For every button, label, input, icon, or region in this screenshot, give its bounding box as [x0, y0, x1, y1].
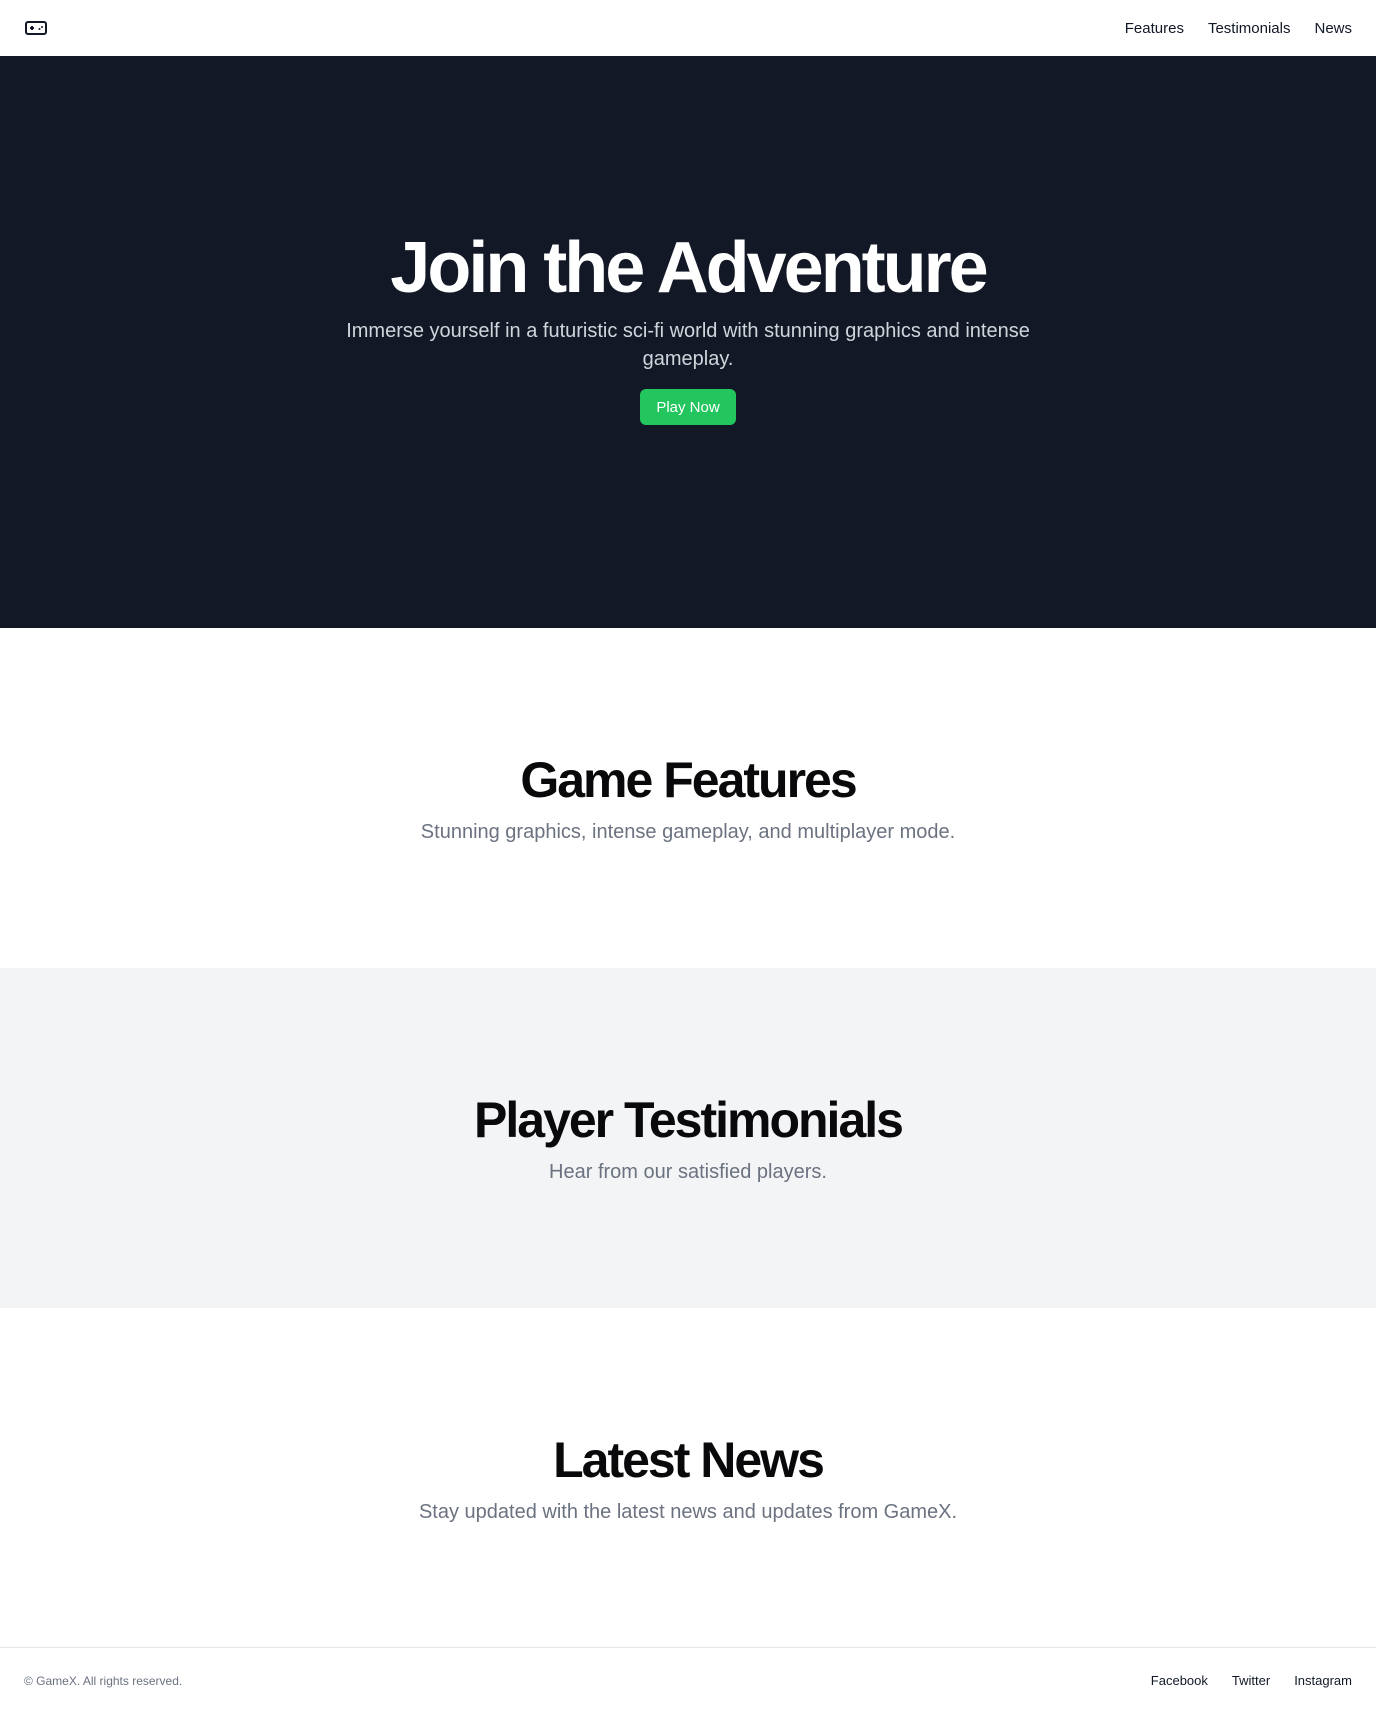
hero-subtitle: Immerse yourself in a futuristic sci-fi … [346, 320, 1030, 370]
news-title: Latest News [553, 1432, 825, 1488]
twitter-link[interactable]: Twitter [1232, 1673, 1270, 1688]
instagram-link[interactable]: Instagram [1294, 1673, 1352, 1688]
testimonials-subtitle: Hear from our satisfied players. [549, 1161, 827, 1183]
social-links: Facebook Twitter Instagram [1151, 1673, 1352, 1688]
nav-link-testimonials[interactable]: Testimonials [1208, 20, 1291, 37]
play-now-button[interactable]: Play Now [640, 389, 736, 425]
copyright-text: © GameX. All rights reserved. [24, 1673, 183, 1688]
nav-link-features[interactable]: Features [1125, 20, 1184, 37]
features-subtitle: Stunning graphics, intense gameplay, and… [420, 821, 956, 843]
testimonials-title: Player Testimonials [474, 1092, 904, 1148]
testimonials-section: Player Testimonials Hear from our satisf… [0, 968, 1376, 1308]
features-section: Game Features Stunning graphics, intense… [0, 628, 1376, 968]
footer: © GameX. All rights reserved. Facebook T… [0, 1647, 1376, 1713]
gamepad-icon [25, 21, 47, 35]
hero-section: Join the Adventure Immerse yourself in a… [0, 56, 1376, 628]
top-navbar: Features Testimonials News [0, 0, 1376, 56]
news-subtitle: Stay updated with the latest news and up… [418, 1501, 958, 1523]
hero-title: Join the Adventure [390, 228, 988, 308]
facebook-link[interactable]: Facebook [1151, 1673, 1208, 1688]
main-nav: Features Testimonials News [1125, 20, 1352, 37]
features-title: Game Features [520, 752, 857, 808]
home-logo-link[interactable] [24, 16, 48, 40]
news-section: Latest News Stay updated with the latest… [0, 1308, 1376, 1648]
nav-link-news[interactable]: News [1314, 20, 1352, 37]
